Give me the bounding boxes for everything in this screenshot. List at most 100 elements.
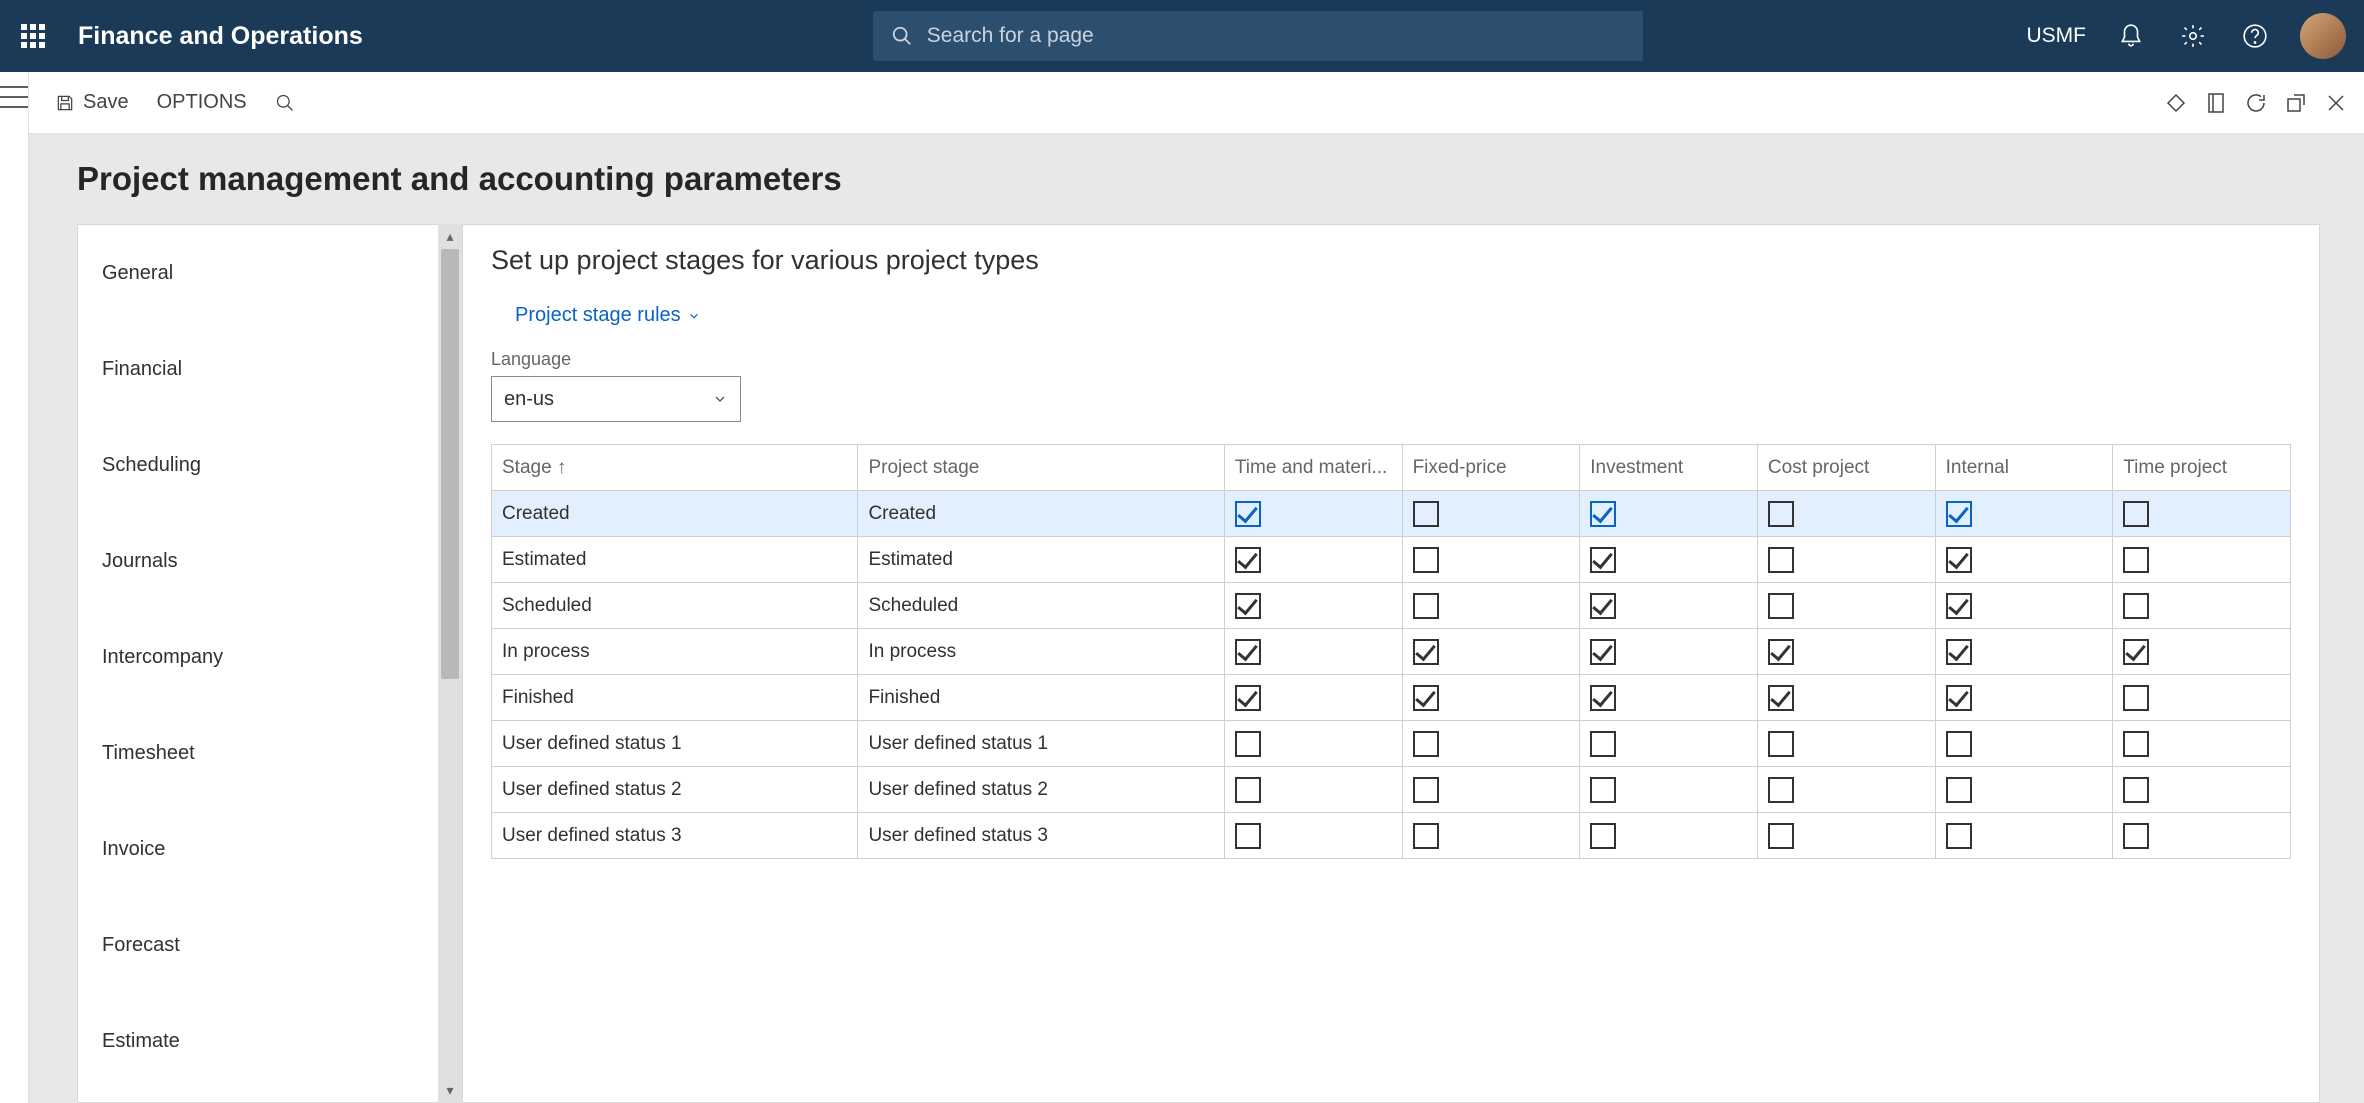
stage-cell[interactable]: In process	[492, 629, 858, 675]
checkbox[interactable]	[1946, 823, 1972, 849]
checkbox[interactable]	[1413, 731, 1439, 757]
checkbox-cell[interactable]	[1935, 629, 2113, 675]
checkbox-cell[interactable]	[1580, 537, 1758, 583]
checkbox[interactable]	[1946, 685, 1972, 711]
checkbox[interactable]	[1768, 731, 1794, 757]
office-button[interactable]	[2196, 83, 2236, 123]
checkbox-cell[interactable]	[1402, 537, 1580, 583]
notifications-button[interactable]	[2114, 19, 2148, 53]
checkbox-cell[interactable]	[1224, 629, 1402, 675]
checkbox[interactable]	[1235, 823, 1261, 849]
popout-button[interactable]	[2276, 83, 2316, 123]
close-button[interactable]	[2316, 83, 2356, 123]
checkbox[interactable]	[1235, 639, 1261, 665]
sidebar-item-forecast[interactable]: Forecast	[78, 897, 438, 993]
checkbox-cell[interactable]	[1402, 629, 1580, 675]
project-stage-cell[interactable]: In process	[858, 629, 1224, 675]
column-header[interactable]: Investment	[1580, 445, 1758, 491]
checkbox-cell[interactable]	[2113, 629, 2291, 675]
hamburger-button[interactable]	[0, 86, 28, 108]
checkbox[interactable]	[1946, 547, 1972, 573]
scroll-up-arrow[interactable]: ▴	[446, 228, 453, 245]
checkbox-cell[interactable]	[1580, 583, 1758, 629]
checkbox-cell[interactable]	[1224, 583, 1402, 629]
sidebar-item-general[interactable]: General	[78, 225, 438, 321]
checkbox-cell[interactable]	[2113, 721, 2291, 767]
checkbox[interactable]	[1768, 501, 1794, 527]
checkbox-cell[interactable]	[1580, 491, 1758, 537]
save-button[interactable]: Save	[41, 83, 143, 122]
filter-search-button[interactable]	[261, 85, 309, 121]
checkbox[interactable]	[1590, 501, 1616, 527]
checkbox-cell[interactable]	[1580, 767, 1758, 813]
scroll-thumb[interactable]	[441, 249, 459, 679]
checkbox-cell[interactable]	[1757, 721, 1935, 767]
checkbox[interactable]	[1413, 777, 1439, 803]
checkbox-cell[interactable]	[1580, 629, 1758, 675]
table-row[interactable]: ScheduledScheduled	[492, 583, 2291, 629]
stage-cell[interactable]: Scheduled	[492, 583, 858, 629]
stage-cell[interactable]: User defined status 3	[492, 813, 858, 859]
checkbox[interactable]	[1768, 593, 1794, 619]
checkbox-cell[interactable]	[2113, 767, 2291, 813]
checkbox[interactable]	[2123, 823, 2149, 849]
sidebar-item-invoice[interactable]: Invoice	[78, 801, 438, 897]
checkbox[interactable]	[2123, 777, 2149, 803]
checkbox[interactable]	[1413, 501, 1439, 527]
checkbox[interactable]	[1946, 501, 1972, 527]
project-stage-cell[interactable]: Estimated	[858, 537, 1224, 583]
refresh-button[interactable]	[2236, 83, 2276, 123]
search-input[interactable]	[927, 24, 1625, 48]
checkbox[interactable]	[2123, 593, 2149, 619]
checkbox-cell[interactable]	[1757, 813, 1935, 859]
table-row[interactable]: User defined status 2User defined status…	[492, 767, 2291, 813]
checkbox-cell[interactable]	[1757, 767, 1935, 813]
checkbox-cell[interactable]	[1935, 767, 2113, 813]
checkbox-cell[interactable]	[2113, 537, 2291, 583]
checkbox[interactable]	[1590, 823, 1616, 849]
checkbox-cell[interactable]	[1402, 583, 1580, 629]
scroll-down-arrow[interactable]: ▾	[446, 1082, 453, 1099]
checkbox-cell[interactable]	[1580, 721, 1758, 767]
checkbox[interactable]	[1235, 731, 1261, 757]
sidebar-item-intercompany[interactable]: Intercompany	[78, 609, 438, 705]
attachments-button[interactable]	[2156, 83, 2196, 123]
checkbox-cell[interactable]	[2113, 583, 2291, 629]
company-label[interactable]: USMF	[2027, 24, 2087, 48]
stage-cell[interactable]: Created	[492, 491, 858, 537]
checkbox-cell[interactable]	[1402, 721, 1580, 767]
checkbox-cell[interactable]	[1224, 675, 1402, 721]
checkbox[interactable]	[1590, 777, 1616, 803]
checkbox[interactable]	[1768, 685, 1794, 711]
checkbox-cell[interactable]	[1935, 813, 2113, 859]
column-header[interactable]: Time and materi...	[1224, 445, 1402, 491]
checkbox-cell[interactable]	[1935, 583, 2113, 629]
checkbox-cell[interactable]	[1402, 491, 1580, 537]
stage-cell[interactable]: User defined status 2	[492, 767, 858, 813]
checkbox-cell[interactable]	[1402, 813, 1580, 859]
checkbox[interactable]	[2123, 731, 2149, 757]
project-stage-cell[interactable]: Finished	[858, 675, 1224, 721]
checkbox-cell[interactable]	[2113, 813, 2291, 859]
checkbox-cell[interactable]	[1757, 583, 1935, 629]
project-stage-cell[interactable]: User defined status 3	[858, 813, 1224, 859]
language-combo[interactable]: en-us	[491, 376, 741, 422]
checkbox[interactable]	[1413, 547, 1439, 573]
sidebar-item-estimate[interactable]: Estimate	[78, 993, 438, 1089]
column-header[interactable]: Cost project	[1757, 445, 1935, 491]
project-stage-rules-link[interactable]: Project stage rules	[515, 304, 701, 327]
checkbox[interactable]	[1413, 639, 1439, 665]
checkbox[interactable]	[1413, 685, 1439, 711]
checkbox-cell[interactable]	[1224, 813, 1402, 859]
checkbox-cell[interactable]	[1580, 813, 1758, 859]
checkbox[interactable]	[1235, 777, 1261, 803]
checkbox-cell[interactable]	[1402, 767, 1580, 813]
checkbox[interactable]	[1413, 823, 1439, 849]
column-header[interactable]: Fixed-price	[1402, 445, 1580, 491]
checkbox-cell[interactable]	[1224, 491, 1402, 537]
project-stage-cell[interactable]: User defined status 1	[858, 721, 1224, 767]
options-button[interactable]: OPTIONS	[143, 83, 261, 122]
global-search[interactable]	[873, 11, 1643, 61]
checkbox-cell[interactable]	[1935, 491, 2113, 537]
checkbox-cell[interactable]	[1757, 537, 1935, 583]
